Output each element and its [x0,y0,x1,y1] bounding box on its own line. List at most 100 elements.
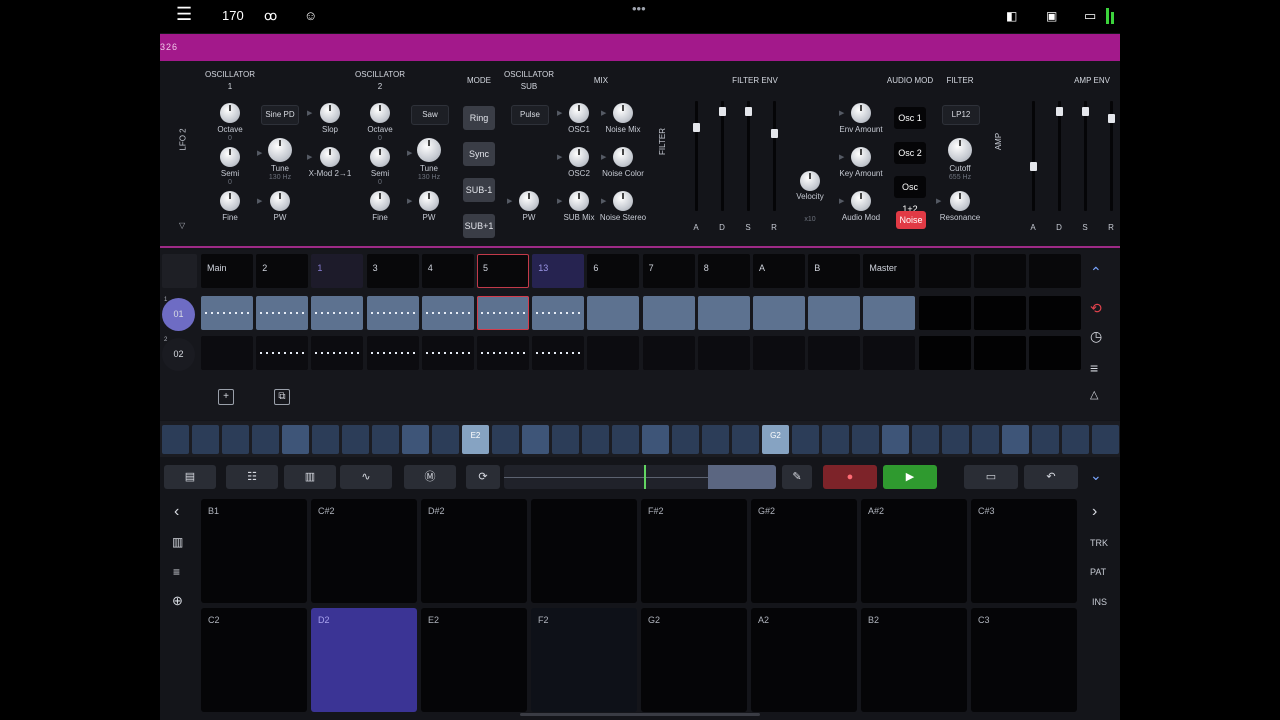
pattern-header-15[interactable] [1029,254,1081,288]
strip-key[interactable] [1062,425,1089,454]
sub-wave-select[interactable]: Pulse [511,105,549,125]
pattern-header-12[interactable]: Master [863,254,916,288]
amp-env-thumb-s[interactable] [1082,106,1089,116]
strip-key[interactable] [1002,425,1029,454]
strip-key[interactable] [912,425,939,454]
pattern-clip-track2[interactable] [753,336,805,370]
note-pad[interactable]: B1 [201,499,307,603]
strip-key[interactable] [672,425,699,454]
osc2-tune-knob[interactable] [417,138,441,162]
pattern-clip-track1[interactable] [697,296,750,330]
strip-key[interactable] [642,425,669,454]
note-pad[interactable]: B2 [861,608,967,712]
pattern-header-7[interactable]: 6 [587,254,640,288]
pattern-clip-track1[interactable] [808,296,861,330]
strip-key[interactable] [252,425,279,454]
select-button[interactable]: ▭ [964,465,1018,489]
strip-key[interactable] [492,425,519,454]
pattern-clip-track1[interactable] [1029,296,1081,330]
key-amount-knob[interactable] [851,147,871,167]
strip-key[interactable] [942,425,969,454]
piano-icon[interactable]: ▥ [172,535,183,549]
strip-key[interactable] [552,425,579,454]
osc1-target-button[interactable]: Osc 1 [894,107,926,129]
amp-env-track-s[interactable] [1084,101,1087,211]
noise-mix-knob[interactable] [613,103,633,123]
osc1-fine-knob[interactable] [220,191,240,211]
trk-tab[interactable]: TRK [1090,538,1108,548]
track-2-button[interactable]: 02 [162,338,195,371]
pattern-clip-track1[interactable] [973,296,1026,330]
edit-button[interactable]: ✎ [782,465,812,489]
play-button[interactable]: ▶ [883,465,937,489]
note-pad[interactable]: A#2 [861,499,967,603]
note-pad[interactable]: C#2 [311,499,417,603]
osc12-target-button[interactable]: Osc 1+2 [894,176,926,214]
pattern-header-14[interactable] [973,254,1026,288]
undo-button[interactable]: ↶ [1024,465,1078,489]
pattern-header-10[interactable]: A [753,254,805,288]
strip-key[interactable]: G2 [762,425,789,454]
mode-sub-plus-button[interactable]: SUB+1 [463,214,495,238]
osc2-fine-knob[interactable] [370,191,390,211]
pattern-clip-track1[interactable] [477,296,529,330]
filter-env-track-d[interactable] [721,101,724,211]
pattern-clip-track2[interactable] [1029,336,1081,370]
automation-button[interactable]: ∿ [340,465,392,489]
clock-icon[interactable]: ◷ [1090,328,1102,345]
pat-tab[interactable]: PAT [1090,567,1106,577]
fullscreen-icon[interactable]: ▭ [1084,7,1096,25]
mixer-view-button[interactable]: ▥ [284,465,336,489]
filter-env-thumb-a[interactable] [693,123,700,132]
pattern-clip-track2[interactable] [587,336,640,370]
cutoff-knob[interactable] [948,138,972,162]
strip-key[interactable] [582,425,609,454]
mode-ring-button[interactable]: Ring [463,106,495,130]
strip-key[interactable] [1032,425,1059,454]
filter-env-track-a[interactable] [695,101,698,211]
slop-knob[interactable] [320,103,340,123]
strip-key[interactable] [852,425,879,454]
amp-env-thumb-d[interactable] [1056,106,1063,116]
step-view-button[interactable]: ☷ [226,465,278,489]
strip-key[interactable] [612,425,639,454]
menu-icon[interactable]: ☰ [176,5,192,23]
osc2-semi-knob[interactable] [370,147,390,167]
osc1-octave-knob[interactable] [220,103,240,123]
pattern-header-9[interactable]: 8 [697,254,750,288]
ins-tab[interactable]: INS [1092,597,1107,607]
strip-key[interactable] [702,425,729,454]
mode-sub-minus-button[interactable]: SUB-1 [463,178,495,202]
pattern-header-3[interactable]: 3 [366,254,419,288]
strip-key[interactable]: E2 [462,425,489,454]
pattern-clip-track2[interactable] [477,336,529,370]
collapse-icon[interactable]: ▽ [179,221,185,230]
note-pad[interactable]: F#2 [641,499,747,603]
strip-key[interactable] [432,425,459,454]
pattern-header-2[interactable]: 1 [311,254,364,288]
collapse-down-icon[interactable]: ⌄ [1090,467,1102,484]
pattern-clip-track1[interactable] [642,296,695,330]
pattern-clip-track2[interactable] [808,336,861,370]
strip-key[interactable] [282,425,309,454]
audio-mod-knob[interactable] [851,191,871,211]
tempo-display[interactable]: 170 [222,7,244,25]
sub-pw-knob[interactable] [519,191,539,211]
menu-lines-icon[interactable]: ≡ [173,565,180,579]
midi-button[interactable]: Ⓜ [404,465,456,489]
filter-env-track-r[interactable] [773,101,776,211]
pattern-clip-track2[interactable] [256,336,309,370]
pattern-clip-track1[interactable] [587,296,640,330]
pattern-clip-track2[interactable] [642,336,695,370]
pattern-clip-track1[interactable] [366,296,419,330]
amp-env-thumb-r[interactable] [1108,114,1115,124]
track-1-button[interactable]: 01 [162,298,195,331]
triangle-icon[interactable]: △ [1090,388,1098,401]
strip-key[interactable] [192,425,219,454]
osc2-wave-select[interactable]: Saw [411,105,449,125]
pattern-clip-track2[interactable] [201,336,253,370]
timeline-overview[interactable] [504,465,776,489]
strip-key[interactable] [342,425,369,454]
pattern-header-0[interactable]: Main [201,254,253,288]
face-icon[interactable]: ☺ [304,7,317,25]
